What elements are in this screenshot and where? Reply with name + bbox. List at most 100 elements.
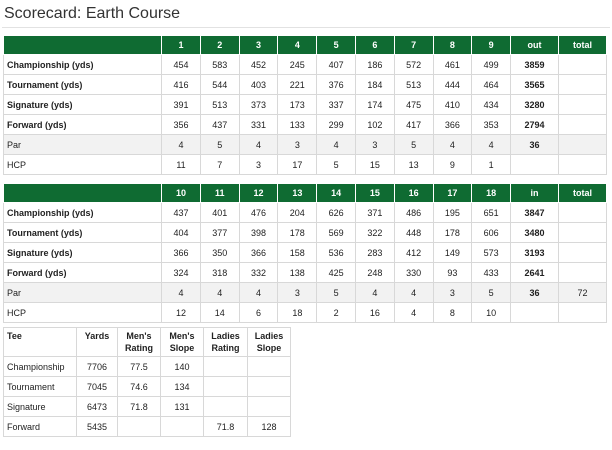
score-cell: 6 [238,302,279,323]
score-row: Forward (yds) 356 437 331 133 299 102 417 366 353… [2,114,608,135]
hole-header: in [510,183,559,203]
tee-header-cell: Men's Slope [160,327,204,357]
score-cell [557,114,608,135]
tee-name: Championship [3,356,77,377]
score-cell: 13 [393,154,434,175]
tee-header-row: Tee Yards Men's Rating Men's Slope Ladies Ra… [3,327,291,357]
hole-header: 1 [161,35,201,55]
score-cell [557,202,608,223]
tee-name: Tournament [3,376,77,397]
score-cell: 398 [238,222,279,243]
score-cell: 5 [316,282,356,303]
score-cell: 102 [354,114,395,135]
score-cell: 299 [316,114,356,135]
score-cell: 626 [316,202,356,223]
header-blank-cell [2,35,163,55]
score-cell [510,302,559,323]
row-label: Championship (yds) [2,202,163,223]
score-cell: 410 [432,94,473,115]
tee-row: Tournament 7045 74.6 134 [3,376,291,397]
score-cell: 3 [432,282,473,303]
front-nine-table: 1 2 3 4 5 6 7 8 9 out total Championship (yds) 454 58… [2,35,608,175]
score-cell [557,262,608,283]
score-cell: 3859 [510,54,559,75]
hole-header: 18 [471,183,512,203]
tee-value [247,376,291,397]
score-cell: 5 [393,134,434,155]
header-blank-cell [2,183,163,203]
score-cell: 36 [510,282,559,303]
score-cell: 401 [199,202,240,223]
score-cell: 331 [238,114,279,135]
score-cell: 448 [393,222,434,243]
tee-value: 71.8 [117,396,161,417]
score-cell: 651 [471,202,512,223]
score-cell: 4 [354,282,395,303]
row-label: Par [2,282,163,303]
score-cell: 14 [199,302,240,323]
tee-value: 77.5 [117,356,161,377]
score-cell: 221 [277,74,318,95]
row-label: Signature (yds) [2,242,163,263]
score-cell: 350 [199,242,240,263]
score-cell: 93 [432,262,473,283]
score-cell: 324 [161,262,201,283]
score-cell: 434 [471,94,512,115]
score-cell: 366 [238,242,279,263]
score-cell: 4 [393,282,434,303]
row-label: Tournament (yds) [2,74,163,95]
hole-header: 11 [199,183,240,203]
score-cell: 4 [238,282,279,303]
row-label: Forward (yds) [2,262,163,283]
score-row: HCP 11 7 3 17 5 15 13 9 1 [2,154,608,175]
score-cell: 377 [199,222,240,243]
score-row: Forward (yds) 324 318 332 138 425 248 330 93 433 2… [2,262,608,283]
score-cell: 10 [471,302,512,323]
score-cell: 499 [471,54,512,75]
score-cell: 3 [354,134,395,155]
tee-value [117,416,161,437]
hole-header: 15 [354,183,395,203]
score-cell: 513 [199,94,240,115]
score-cell: 3 [277,282,318,303]
score-cell: 12 [161,302,201,323]
score-cell: 2794 [510,114,559,135]
row-label: HCP [2,154,163,175]
score-cell: 322 [354,222,395,243]
tee-value [247,396,291,417]
score-cell [557,94,608,115]
page-title: Scorecard: Earth Course [4,5,181,22]
score-cell: 452 [238,54,279,75]
score-cell: 245 [277,54,318,75]
score-cell: 353 [471,114,512,135]
tee-value [203,376,248,397]
hole-header: 3 [238,35,279,55]
score-cell: 5 [199,134,240,155]
row-label: Forward (yds) [2,114,163,135]
score-cell: 158 [277,242,318,263]
hole-header: out [510,35,559,55]
score-cell: 5 [316,154,356,175]
tee-value: 71.8 [203,416,248,437]
tee-header-cell: Ladies Slope [247,327,291,357]
tee-header-cell: Men's Rating [117,327,161,357]
tee-value: 140 [160,356,204,377]
score-cell: 4 [432,134,473,155]
score-cell: 36 [510,134,559,155]
score-cell: 3 [277,134,318,155]
score-cell: 416 [161,74,201,95]
score-cell: 16 [354,302,395,323]
score-cell: 371 [354,202,395,223]
score-cell: 3565 [510,74,559,95]
tee-header-cell: Tee [3,327,77,357]
score-cell: 1 [471,154,512,175]
score-cell: 330 [393,262,434,283]
score-cell: 437 [161,202,201,223]
tee-value: 131 [160,396,204,417]
score-cell: 356 [161,114,201,135]
score-cell: 138 [277,262,318,283]
row-label: Signature (yds) [2,94,163,115]
score-cell: 366 [432,114,473,135]
score-cell: 8 [432,302,473,323]
score-row: Par 4 5 4 3 4 3 5 4 4 36 [2,134,608,155]
